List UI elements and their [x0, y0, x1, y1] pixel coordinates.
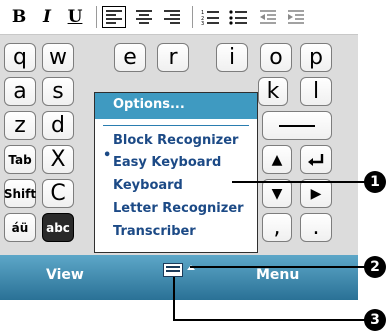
key-r[interactable]: r	[157, 43, 189, 72]
key-down-arrow[interactable]: ▼	[262, 179, 292, 208]
menu-item-letter-recognizer[interactable]: Letter Recognizer	[113, 201, 244, 216]
up-arrow-icon: ▲	[271, 151, 283, 168]
key-shift[interactable]: Shift	[4, 179, 36, 208]
key-i[interactable]: i	[216, 43, 248, 72]
key-s[interactable]: s	[42, 77, 74, 106]
key-e[interactable]: e	[114, 43, 146, 72]
menu-item-keyboard[interactable]: Keyboard	[113, 178, 183, 193]
menu-divider	[103, 125, 249, 126]
selected-bullet-icon: •	[103, 148, 112, 163]
outdent-icon[interactable]	[258, 8, 278, 26]
menu-header: Options...	[95, 93, 257, 119]
key-tab[interactable]: Tab	[4, 145, 36, 174]
key-abc[interactable]: abc	[42, 213, 74, 242]
right-arrow-icon: ▶	[310, 185, 322, 202]
key-k[interactable]: k	[258, 77, 288, 106]
key-o[interactable]: o	[260, 43, 292, 72]
key-q[interactable]: q	[4, 43, 36, 72]
device-screen: B I U 123 q w e r i o p a s k l z d Tab …	[0, 0, 358, 300]
indent-icon[interactable]	[286, 8, 306, 26]
callout-line-3-vertical	[173, 277, 175, 320]
callout-line-3	[173, 319, 366, 321]
callout-line-2	[190, 266, 366, 268]
align-right-icon[interactable]	[162, 8, 182, 26]
key-period[interactable]: .	[300, 213, 332, 242]
svg-text:3: 3	[201, 21, 204, 26]
callout-1: 1	[364, 171, 386, 193]
backspace-icon	[279, 124, 315, 127]
key-right-arrow[interactable]: ▶	[300, 179, 332, 208]
input-method-menu: Options... Block Recognizer • Easy Keybo…	[94, 92, 258, 253]
callout-3: 3	[364, 309, 386, 331]
numbered-list-icon[interactable]: 123	[200, 8, 220, 26]
key-c[interactable]: C	[42, 179, 74, 208]
callout-line-1	[232, 181, 366, 183]
key-comma[interactable]: ,	[262, 213, 292, 242]
keyboard-icon[interactable]	[163, 263, 183, 277]
enter-icon	[308, 153, 324, 166]
key-backspace[interactable]	[262, 111, 332, 140]
menu-item-transcriber[interactable]: Transcriber	[113, 224, 196, 239]
key-d[interactable]: d	[42, 111, 74, 140]
key-a[interactable]: a	[4, 77, 36, 106]
key-enter[interactable]	[300, 145, 332, 174]
key-p[interactable]: p	[300, 43, 332, 72]
bold-button[interactable]: B	[8, 6, 30, 28]
key-l[interactable]: l	[300, 77, 332, 106]
down-arrow-icon: ▼	[271, 185, 283, 202]
toolbar-divider	[96, 6, 97, 28]
format-toolbar: B I U 123	[0, 0, 358, 35]
underline-button[interactable]: U	[64, 6, 86, 28]
key-x[interactable]: X	[42, 145, 74, 174]
softkey-bar: View Menu	[0, 255, 358, 300]
key-accents[interactable]: áü	[4, 213, 36, 242]
toolbar-divider	[192, 6, 193, 28]
bullet-list-icon[interactable]	[228, 8, 248, 26]
key-z[interactable]: z	[4, 111, 36, 140]
callout-2: 2	[364, 256, 386, 278]
align-center-icon[interactable]	[134, 8, 154, 26]
italic-button[interactable]: I	[36, 6, 58, 28]
menu-softkey[interactable]: Menu	[256, 267, 299, 283]
menu-item-easy-keyboard[interactable]: Easy Keyboard	[113, 155, 221, 170]
key-w[interactable]: w	[42, 43, 74, 72]
view-softkey[interactable]: View	[46, 267, 84, 283]
menu-item-block-recognizer[interactable]: Block Recognizer	[113, 133, 238, 148]
key-up-arrow[interactable]: ▲	[262, 145, 292, 174]
align-left-icon[interactable]	[102, 6, 126, 28]
options-menu-item[interactable]: Options...	[113, 97, 185, 112]
